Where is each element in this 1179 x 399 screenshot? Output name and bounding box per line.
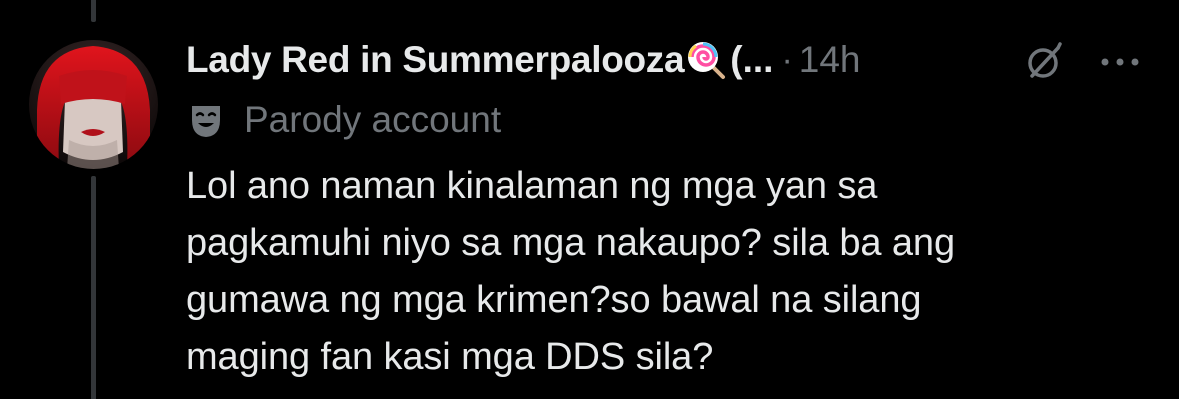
separator-dot: · xyxy=(781,40,793,79)
grok-icon[interactable] xyxy=(1024,42,1064,82)
timestamp[interactable]: 14h xyxy=(799,39,861,81)
avatar-image xyxy=(29,40,158,169)
more-options-icon[interactable] xyxy=(1098,40,1142,84)
display-name-truncated: (... xyxy=(730,39,774,80)
account-label[interactable]: Parody account xyxy=(186,96,501,144)
lollipop-emoji-icon xyxy=(686,40,726,80)
parody-account-label: Parody account xyxy=(244,99,502,140)
post-text-line: pagkamuhi niyo sa mga nakaupo? sila ba a… xyxy=(186,222,955,264)
thread-connector-top xyxy=(91,0,96,22)
avatar[interactable] xyxy=(29,40,158,169)
post-text: Lol ano naman kinalaman ng mga yan sa pa… xyxy=(186,158,1146,386)
post-text-line: maging fan kasi mga DDS sila? xyxy=(186,336,714,378)
post-text-line: gumawa ng mga krimen?so bawal na silang xyxy=(186,279,922,321)
post-text-line: Lol ano naman kinalaman ng mga yan sa xyxy=(186,165,878,207)
theater-mask-icon xyxy=(186,100,226,140)
display-name[interactable]: Lady Red in Summerpalooza xyxy=(186,39,685,81)
thread-connector-bottom xyxy=(91,176,96,399)
post-header: Lady Red in Summerpalooza (... · 14h xyxy=(186,36,1146,84)
